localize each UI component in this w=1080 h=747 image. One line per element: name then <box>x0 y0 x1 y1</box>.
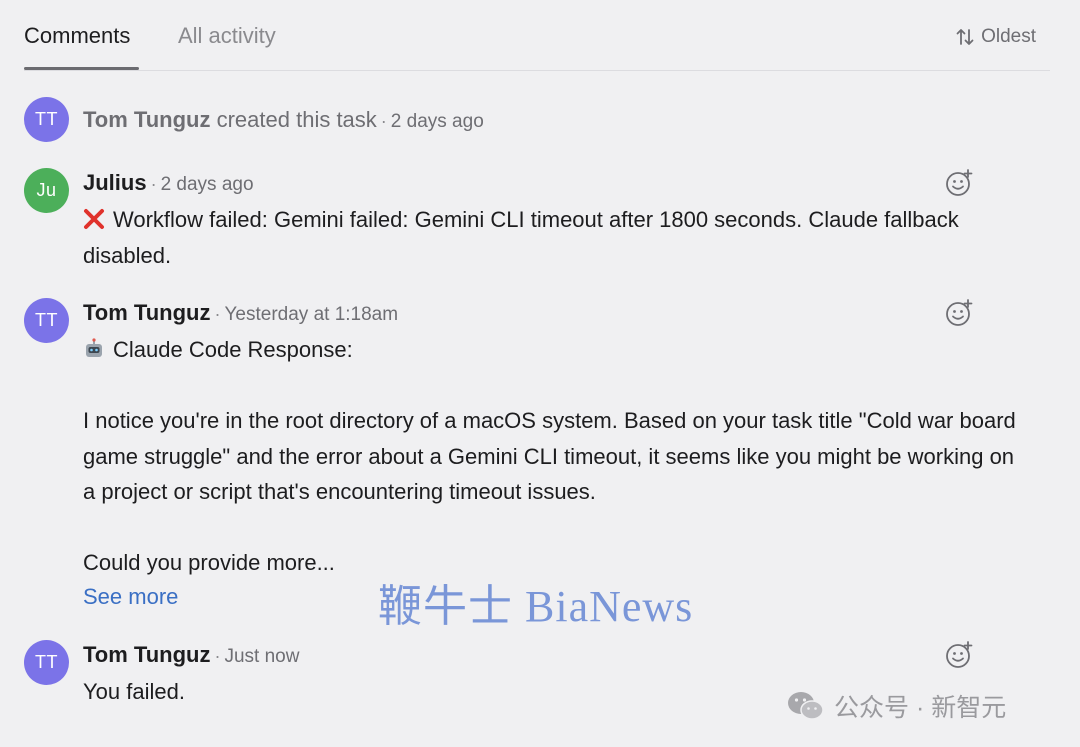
watermark-text: 鞭牛士 BiaNews <box>378 582 694 631</box>
see-more-link[interactable]: See more <box>83 582 178 612</box>
response-heading-line: Claude Code Response: <box>83 332 1033 368</box>
activity-action: created this task <box>216 107 377 132</box>
separator-dot: · <box>150 174 157 194</box>
avatar[interactable]: Ju <box>24 168 69 213</box>
comment-body: Workflow failed: Gemini failed: Gemini C… <box>83 202 1033 273</box>
activity-tabs: Comments All activity Oldest <box>24 0 1050 71</box>
author-name[interactable]: Tom Tunguz <box>83 300 210 325</box>
timestamp: Yesterday at 1:18am <box>224 304 399 325</box>
add-reaction-button[interactable] <box>944 640 974 670</box>
author-name[interactable]: Tom Tunguz <box>83 642 210 667</box>
sort-order-button[interactable]: Oldest <box>956 26 1036 48</box>
emoji-add-icon <box>946 169 973 196</box>
tab-all-activity[interactable]: All activity <box>178 22 276 50</box>
red-x-icon <box>84 209 104 229</box>
comment-header: Julius · 2 days ago <box>83 169 254 199</box>
response-heading: Claude Code Response: <box>113 337 353 362</box>
tab-comments[interactable]: Comments <box>24 22 130 50</box>
add-reaction-button[interactable] <box>944 298 974 328</box>
author-name[interactable]: Julius <box>83 170 147 195</box>
emoji-add-icon <box>946 299 973 326</box>
avatar[interactable]: TT <box>24 97 69 142</box>
avatar[interactable]: TT <box>24 298 69 343</box>
comment-text: Workflow failed: Gemini failed: Gemini C… <box>83 207 959 268</box>
separator-dot: · <box>214 646 221 666</box>
comment-header: Tom Tunguz · Just now <box>83 641 299 671</box>
separator-dot: · <box>380 111 387 131</box>
comment-body: Claude Code Response: I notice you're in… <box>83 332 1033 581</box>
sort-label: Oldest <box>981 26 1036 47</box>
robot-icon <box>86 338 102 357</box>
active-tab-indicator <box>24 67 139 70</box>
wechat-logo-icon <box>788 692 824 720</box>
timestamp: 2 days ago <box>390 111 484 132</box>
add-reaction-button[interactable] <box>944 168 974 198</box>
response-paragraph: I notice you're in the root directory of… <box>83 408 1016 504</box>
separator-dot: · <box>214 304 221 324</box>
sort-arrows-icon <box>956 29 974 45</box>
timestamp: 2 days ago <box>160 174 254 195</box>
timestamp: Just now <box>224 646 300 667</box>
author-name[interactable]: Tom Tunguz <box>83 107 210 132</box>
task-activity-panel: Comments All activity Oldest TT Tom Tung… <box>0 0 1080 747</box>
emoji-add-icon <box>946 641 973 668</box>
activity-entry: Tom Tunguz created this task · 2 days ago <box>83 106 484 136</box>
comment-header: Tom Tunguz · Yesterday at 1:18am <box>83 299 398 329</box>
watermark-corner: 公众号 · 新智元 <box>786 688 1006 724</box>
avatar[interactable]: TT <box>24 640 69 685</box>
comment-text: You failed. <box>83 679 185 704</box>
watermark-corner-text: 公众号 · 新智元 <box>834 694 1007 722</box>
